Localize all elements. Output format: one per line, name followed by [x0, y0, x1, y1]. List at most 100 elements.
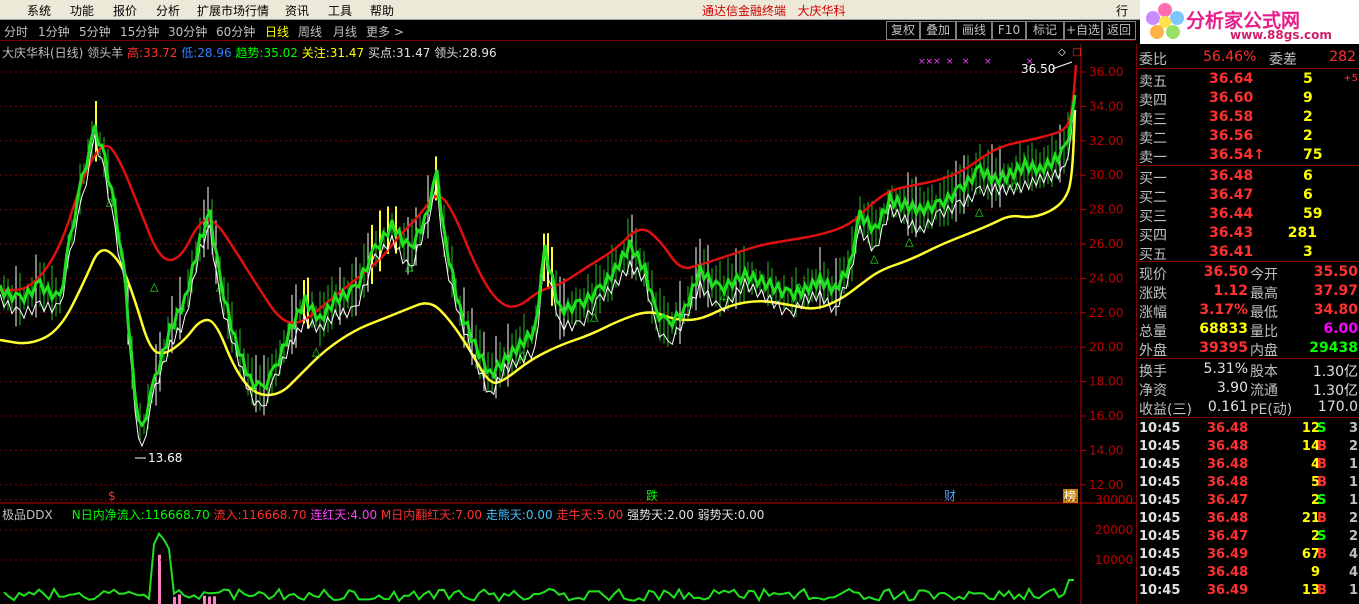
tick-price: 36.48	[1207, 439, 1249, 454]
bull-value: 5.00	[596, 508, 624, 522]
event-marker-fall[interactable]: 跌	[646, 488, 658, 503]
tick-time: 10:45	[1139, 457, 1181, 472]
ddx-axis-label: 10000	[1095, 553, 1133, 567]
bid-row[interactable]: 买一 36.48 6	[1137, 167, 1359, 187]
fund-label: PE(动)	[1250, 402, 1293, 418]
event-marker-rank[interactable]: 榜	[1064, 488, 1076, 503]
fund-label: 换手	[1139, 364, 1167, 380]
stat-label: 总量	[1139, 324, 1167, 340]
ask-volume: 2	[1303, 109, 1313, 125]
stat-value: 36.50	[1203, 264, 1248, 280]
ask-label: 卖五	[1139, 74, 1167, 90]
tick-price: 36.48	[1207, 475, 1249, 490]
stat-row: 现价 36.50 今开 35.50	[1137, 263, 1359, 283]
stat-row: 外盘 39395 内盘 29438	[1137, 339, 1359, 359]
bid-row[interactable]: 买二 36.47 6	[1137, 186, 1359, 206]
stat-row: 涨幅 3.17% 最低 34.80	[1137, 301, 1359, 321]
ask-row[interactable]: 卖三 36.58 2	[1137, 108, 1359, 128]
stat-label: 内盘	[1250, 343, 1278, 359]
bull-label: 走牛天:	[556, 508, 597, 522]
walk-value: 0.00	[525, 508, 553, 522]
tick-row: 10:45 36.48 9 4	[1137, 564, 1359, 582]
buy-signal-icon: △	[312, 345, 321, 358]
price-axis-label: 12.00	[1089, 478, 1123, 492]
strong-value: 2.00	[667, 508, 694, 522]
tick-row: 10:45 36.49 67 B 4	[1137, 546, 1359, 564]
tick-row: 10:45 36.48 12 S 3	[1137, 420, 1359, 438]
tick-price: 36.49	[1207, 583, 1249, 598]
price-axis-label: 26.00	[1089, 237, 1123, 251]
bid-price: 36.48	[1209, 168, 1254, 184]
ddx-bar	[213, 596, 216, 604]
fundamental-row: 净资 3.90 流通 1.30亿	[1137, 379, 1359, 399]
ask-price: 36.60	[1209, 90, 1254, 106]
ask-row[interactable]: 卖四 36.60 9	[1137, 89, 1359, 109]
price-axis-label: 34.00	[1089, 99, 1123, 113]
cross-marker-icon: ×	[984, 57, 992, 67]
ddx-info-line: 极品DDX N日内净流入:116668.70 流入:116668.70 连红天:…	[2, 506, 764, 523]
bid-label: 买三	[1139, 209, 1167, 225]
event-marker-dollar[interactable]: $	[108, 489, 116, 503]
ask-row[interactable]: 卖二 36.56 2	[1137, 127, 1359, 147]
low-marker-text: 13.68	[148, 451, 182, 465]
red-days-value: 4.00	[350, 508, 378, 522]
ddx-bar	[208, 596, 211, 604]
stat-label: 涨幅	[1139, 305, 1167, 321]
tick-price: 36.49	[1207, 547, 1249, 562]
bid-label: 买四	[1139, 228, 1167, 244]
tick-row: 10:45 36.48 5 B 1	[1137, 474, 1359, 492]
tick-row: 10:45 36.48 14 B 2	[1137, 438, 1359, 456]
tick-volume: 9	[1310, 565, 1320, 580]
tick-price: 36.47	[1207, 529, 1249, 544]
ddx-axis-label: 20000	[1095, 523, 1133, 537]
stat-label: 最高	[1250, 286, 1278, 302]
weak-label: 弱势天:	[697, 508, 738, 522]
stat-value: 68833	[1199, 321, 1248, 337]
bid-price: 36.47	[1209, 187, 1254, 203]
tick-side: B	[1317, 475, 1327, 490]
m-red-label: M日内翻红天:	[380, 508, 456, 522]
fund-value: 1.30亿	[1312, 383, 1358, 399]
diff-label: 委差	[1269, 52, 1297, 68]
stat-value: 6.00	[1323, 321, 1358, 337]
diamond-icon: ◇	[1058, 47, 1066, 58]
bid-row[interactable]: 买三 36.44 59	[1137, 205, 1359, 225]
flow-label: 流入:	[213, 508, 242, 522]
stat-value: 1.12	[1213, 283, 1248, 299]
bid-row[interactable]: 买四 36.43 281	[1137, 224, 1359, 244]
price-axis-label: 32.00	[1089, 134, 1123, 148]
tick-time: 10:45	[1139, 529, 1181, 544]
bid-price: 36.41	[1209, 244, 1254, 260]
tick-count: 4	[1348, 547, 1358, 562]
stat-label: 外盘	[1139, 343, 1167, 359]
ask-volume: 2	[1303, 128, 1313, 144]
buy-signal-icon: △	[518, 348, 527, 361]
price-axis-label: 30.00	[1089, 168, 1123, 182]
tick-price: 36.48	[1207, 421, 1249, 436]
buy-signal-icon: △	[975, 205, 984, 218]
tick-count: 3	[1348, 421, 1358, 436]
ddx-name: 极品DDX	[2, 508, 53, 522]
n-flow-label: N日内净流入:	[71, 508, 145, 522]
strong-label: 强势天:	[627, 508, 668, 522]
fundamental-row: 换手 5.31% 股本 1.30亿	[1137, 360, 1359, 380]
tick-count: 1	[1348, 583, 1358, 598]
ask-row[interactable]: 卖五 36.64 5 +5	[1137, 70, 1359, 90]
bid-row[interactable]: 买五 36.41 3	[1137, 243, 1359, 263]
price-axis-label: 36.00	[1089, 65, 1123, 79]
ask-label: 卖一	[1139, 150, 1167, 166]
ddx-bar	[178, 594, 181, 604]
event-marker-finance[interactable]: 财	[944, 489, 956, 503]
buy-signal-icon: △	[590, 310, 599, 323]
price-axis-label: 24.00	[1089, 271, 1123, 285]
tick-count: 1	[1348, 457, 1358, 472]
ask-row[interactable]: 卖一 36.54↑ 75	[1137, 146, 1359, 166]
stat-label: 现价	[1139, 267, 1167, 283]
tick-row: 10:45 36.47 2 S 2	[1137, 528, 1359, 546]
ask-change: +5	[1343, 73, 1358, 84]
fund-value: 1.30亿	[1312, 364, 1358, 380]
tick-count: 1	[1348, 493, 1358, 508]
fund-label: 股本	[1250, 364, 1278, 380]
price-axis-label: 14.00	[1089, 443, 1123, 457]
order-ratio-row: 委比 56.46% 委差 282	[1137, 48, 1359, 68]
